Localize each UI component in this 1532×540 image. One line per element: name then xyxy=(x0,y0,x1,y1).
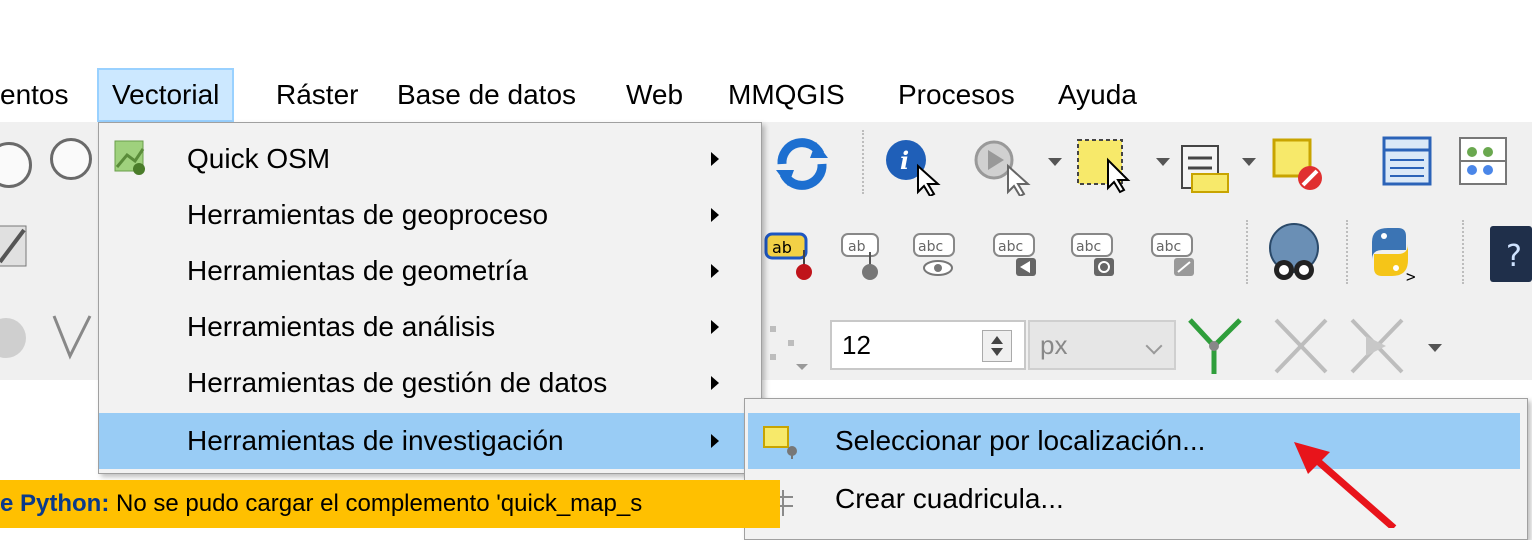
submenu-arrow-icon xyxy=(711,434,719,448)
menu-item-geoproceso[interactable]: Herramientas de geoproceso xyxy=(99,187,761,243)
svg-text:abc: abc xyxy=(998,239,1023,255)
pin-label-icon[interactable]: ab xyxy=(840,226,896,282)
unit-value: px xyxy=(1040,330,1068,360)
menu-item-investigacion[interactable]: Herramientas de investigación xyxy=(99,413,761,469)
menu-base-de-datos[interactable]: Base de datos xyxy=(397,68,576,122)
zoom-out-icon[interactable] xyxy=(0,142,32,188)
node-tool-icon[interactable] xyxy=(0,318,26,358)
move-label-icon[interactable]: abc xyxy=(992,226,1048,282)
menu-item-quick-osm[interactable]: Quick OSM xyxy=(99,131,761,187)
chevron-down-icon xyxy=(1145,337,1163,355)
menu-item-label: Crear cuadricula... xyxy=(835,483,1064,514)
svg-text:ab: ab xyxy=(772,238,792,257)
submenu-arrow-icon xyxy=(711,264,719,278)
submenu-arrow-icon xyxy=(711,320,719,334)
unit-select[interactable]: px xyxy=(1028,320,1176,370)
vertex-tool-icon[interactable] xyxy=(50,308,96,368)
annotation-arrow-icon xyxy=(1294,442,1397,528)
select-by-location-icon xyxy=(762,423,802,461)
menu-item-label: Herramientas de geoproceso xyxy=(187,199,549,230)
menu-complementos[interactable]: entos xyxy=(0,68,69,122)
spin-arrows-icon[interactable] xyxy=(982,330,1012,362)
label-tool-icon[interactable]: ab xyxy=(764,226,820,282)
help-icon[interactable]: ? xyxy=(1490,226,1532,282)
submenu-arrow-icon xyxy=(711,376,719,390)
split-features-icon[interactable] xyxy=(1184,312,1246,378)
menu-item-label: Herramientas de gestión de datos xyxy=(187,367,608,398)
investigacion-submenu: Seleccionar por localización... Crear cu… xyxy=(744,398,1528,540)
intersection-icon[interactable] xyxy=(1270,312,1332,378)
message-bar: e Python: No se pudo cargar el complemen… xyxy=(0,480,780,528)
menu-item-label: Herramientas de análisis xyxy=(187,311,496,342)
svg-text:>: > xyxy=(1406,267,1416,286)
globe-binoculars-icon[interactable] xyxy=(1262,220,1328,286)
submenu-arrow-icon xyxy=(711,152,719,166)
python-console-icon[interactable]: > xyxy=(1360,222,1430,286)
svg-text:abc: abc xyxy=(1076,239,1101,255)
select-by-value-icon[interactable] xyxy=(1178,136,1234,196)
select-features-icon[interactable] xyxy=(1074,136,1144,196)
zoom-native-icon[interactable] xyxy=(50,138,92,180)
chevron-down-icon[interactable] xyxy=(1428,344,1442,352)
quick-osm-icon xyxy=(113,139,149,177)
identify-features-icon[interactable]: i xyxy=(880,136,950,198)
menu-mmqgis[interactable]: MMQGIS xyxy=(728,68,845,122)
message-text: No se pudo cargar el complemento 'quick_… xyxy=(109,490,643,517)
menu-item-gestion-datos[interactable]: Herramientas de gestión de datos xyxy=(99,355,761,411)
refresh-icon[interactable] xyxy=(772,134,832,194)
menu-item-analisis[interactable]: Herramientas de análisis xyxy=(99,299,761,355)
edit-pencil-icon[interactable] xyxy=(0,222,32,272)
toolbar-separator xyxy=(1246,220,1250,284)
svg-text:abc: abc xyxy=(1156,239,1181,255)
chevron-down-icon[interactable] xyxy=(1156,158,1170,166)
menubar: entos Vectorial Ráster Base de datos Web… xyxy=(0,68,1532,122)
menu-item-geometria[interactable]: Herramientas de geometría xyxy=(99,243,761,299)
snapping-dots-icon[interactable] xyxy=(760,320,814,374)
menu-web[interactable]: Web xyxy=(626,68,683,122)
size-spinbox[interactable]: 12 xyxy=(830,320,1026,370)
menu-item-label: Herramientas de geometría xyxy=(187,255,528,286)
menu-item-label: Herramientas de investigación xyxy=(187,425,564,456)
toolbar-separator xyxy=(1346,220,1350,284)
statistics-icon[interactable] xyxy=(1456,134,1512,190)
deselect-all-icon[interactable] xyxy=(1270,136,1330,196)
menu-item-label: Quick OSM xyxy=(187,143,331,174)
toolbar-separator xyxy=(862,130,866,194)
attribute-table-icon[interactable] xyxy=(1380,134,1436,190)
toolbar-separator xyxy=(1462,220,1466,284)
change-label-icon[interactable]: abc xyxy=(1150,226,1206,282)
submenu-arrow-icon xyxy=(711,208,719,222)
run-action-icon[interactable] xyxy=(970,136,1040,198)
menu-item-label: Seleccionar por localización... xyxy=(835,425,1206,456)
rotate-label-icon[interactable]: abc xyxy=(1070,226,1126,282)
size-value: 12 xyxy=(842,330,871,360)
show-hide-labels-icon[interactable]: abc xyxy=(912,226,968,282)
vectorial-dropdown-menu: Quick OSM Herramientas de geoproceso Her… xyxy=(98,122,762,474)
menu-procesos[interactable]: Procesos xyxy=(898,68,1015,122)
svg-text:abc: abc xyxy=(918,239,943,255)
menu-vectorial[interactable]: Vectorial xyxy=(97,68,235,122)
svg-text:ab: ab xyxy=(848,239,866,255)
trim-extend-icon[interactable] xyxy=(1346,312,1416,378)
svg-text:i: i xyxy=(900,146,909,175)
menu-ayuda[interactable]: Ayuda xyxy=(1058,68,1137,122)
chevron-down-icon[interactable] xyxy=(1048,158,1062,166)
svg-text:?: ? xyxy=(1506,239,1522,274)
menu-raster[interactable]: Ráster xyxy=(276,68,358,122)
message-prefix: e Python: xyxy=(0,490,110,517)
chevron-down-icon[interactable] xyxy=(1242,158,1256,166)
